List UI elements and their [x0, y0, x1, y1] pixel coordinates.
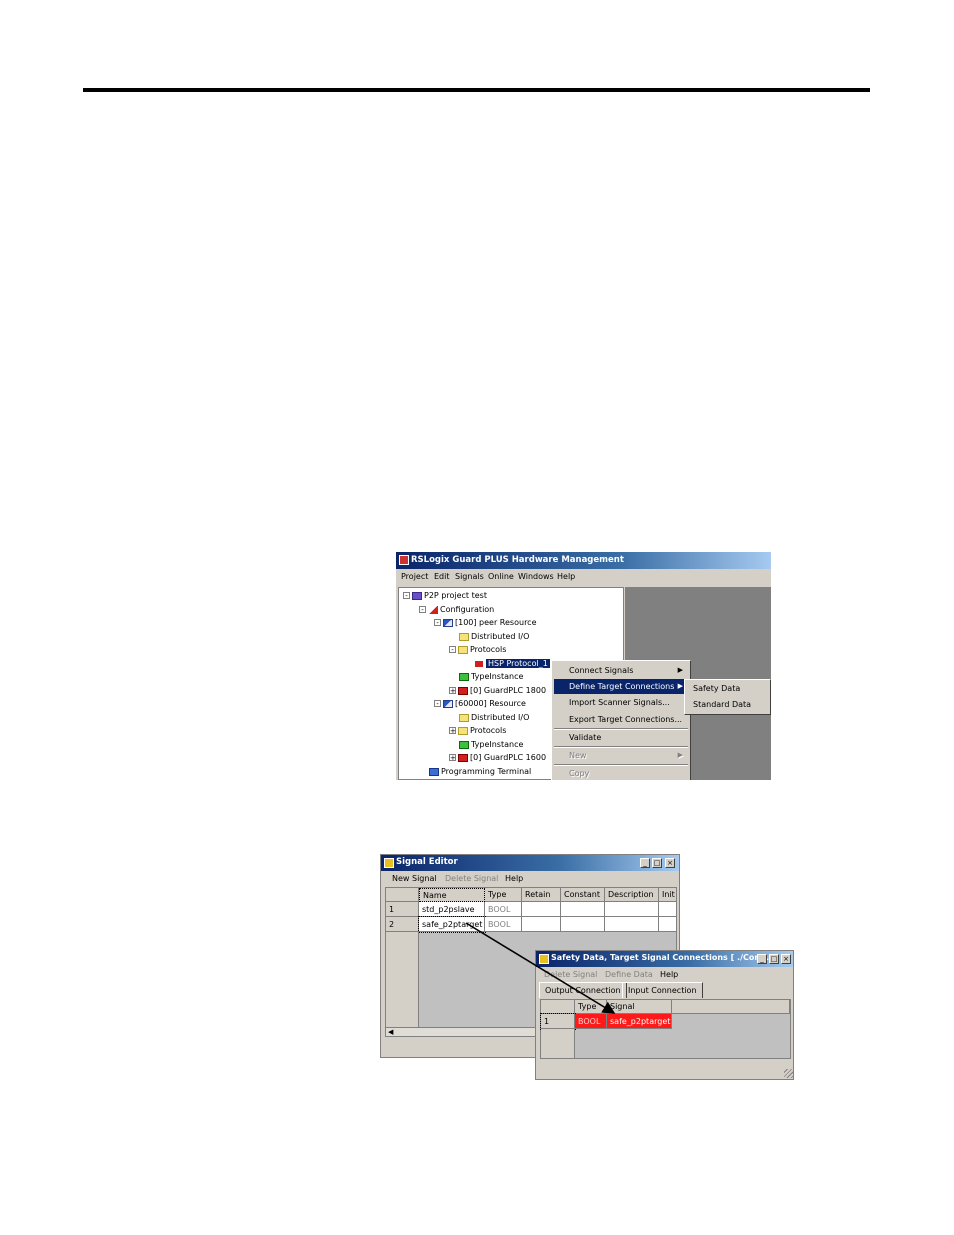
drag-arrow-overlay — [465, 922, 616, 1014]
drag-arrow — [465, 922, 616, 1014]
